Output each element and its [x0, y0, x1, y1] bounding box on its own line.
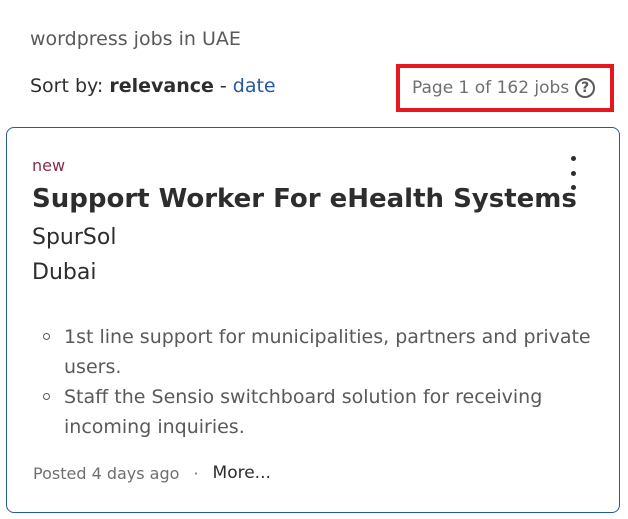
job-search-results: wordpress jobs in UAE Sort by: relevance…	[0, 0, 628, 519]
job-snippet-list: 1st line support for municipalities, par…	[32, 322, 624, 442]
kebab-dot	[570, 156, 576, 161]
posted-date: Posted 4 days ago	[33, 463, 180, 483]
sort-label: Sort by:	[30, 75, 104, 97]
job-location: Dubai	[32, 260, 97, 285]
page-count-label: Page 1 of 162 jobs	[412, 78, 570, 98]
job-snippet-item: 1st line support for municipalities, par…	[43, 322, 624, 382]
sort-controls: Sort by: relevance - date	[30, 75, 276, 97]
more-link[interactable]: More...	[213, 463, 271, 483]
kebab-dot	[570, 185, 576, 190]
sort-separator: -	[219, 75, 227, 97]
job-card[interactable]: new Support Worker For eHealth Systems S…	[6, 127, 620, 513]
sort-relevance: relevance	[109, 75, 214, 97]
help-circle-icon[interactable]: ?	[575, 78, 596, 98]
new-badge: new	[32, 156, 66, 175]
page-count: Page 1 of 162 jobs ?	[396, 64, 614, 112]
sort-by-date-link[interactable]: date	[233, 75, 276, 97]
kebab-dot	[570, 170, 576, 176]
search-query-title: wordpress jobs in UAE	[30, 28, 241, 50]
job-footer: Posted 4 days ago · More...	[33, 463, 271, 483]
more-vertical-icon[interactable]	[563, 156, 583, 190]
footer-separator: ·	[193, 463, 199, 483]
job-snippet-item: Staff the Sensio switchboard solution fo…	[43, 382, 624, 442]
company-name: SpurSol	[32, 225, 117, 250]
job-title[interactable]: Support Worker For eHealth Systems	[32, 184, 577, 214]
